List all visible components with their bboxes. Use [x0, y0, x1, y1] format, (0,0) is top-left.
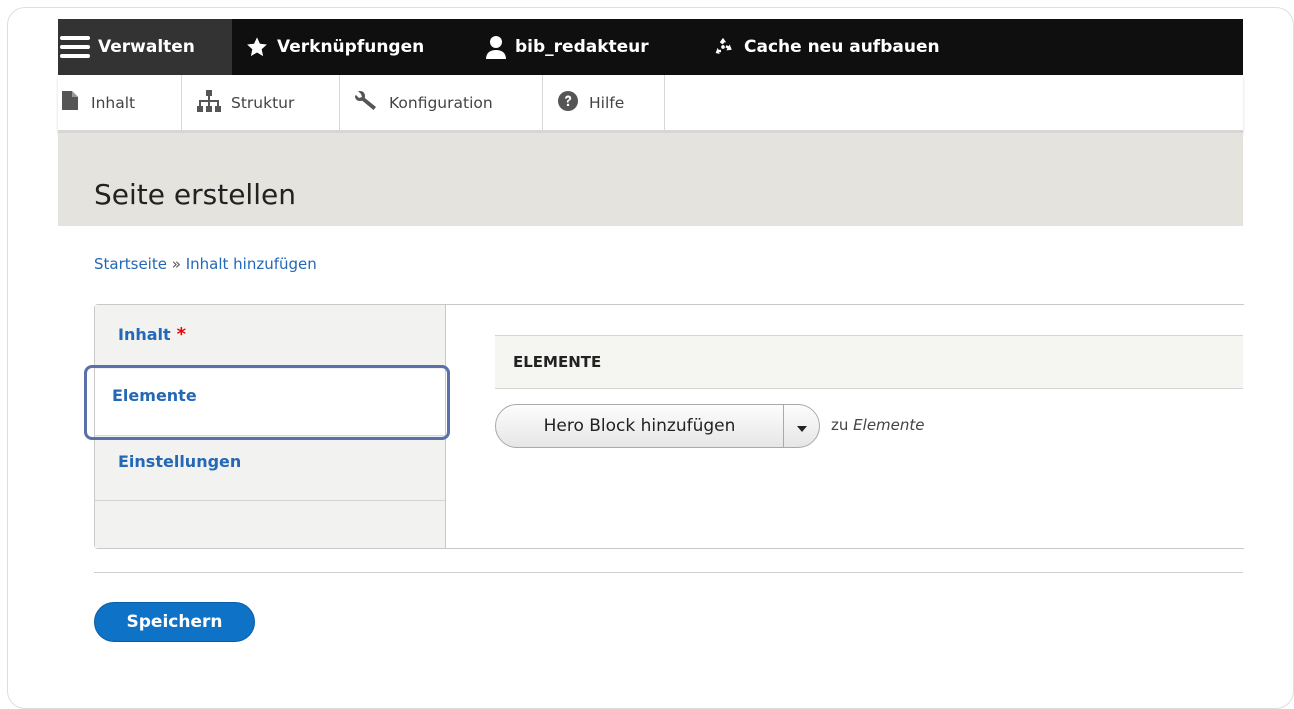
- breadcrumb: Startseite » Inhalt hinzufügen: [94, 255, 317, 273]
- add-target-text: zu Elemente: [831, 416, 925, 434]
- tray-tab-help[interactable]: Hilfe: [542, 75, 665, 130]
- hamburger-icon: [60, 32, 90, 62]
- sitemap-icon: [196, 89, 222, 116]
- elements-fieldset-heading: ELEMENTE: [495, 335, 1243, 389]
- tray-tab-content[interactable]: Inhalt: [58, 75, 182, 130]
- toolbar-user[interactable]: bib_redakteur: [486, 19, 649, 75]
- wrench-icon: [354, 90, 378, 116]
- form-divider: [94, 572, 1243, 573]
- add-target-prefix: zu: [831, 416, 849, 434]
- add-options-dropdown[interactable]: [784, 405, 819, 447]
- question-icon: [558, 90, 578, 115]
- add-hero-block-split-button: Hero Block hinzufügen: [495, 404, 820, 448]
- file-icon: [62, 91, 78, 114]
- toolbar-shortcuts[interactable]: Verknüpfungen: [246, 19, 424, 75]
- toolbar-shortcuts-label: Verknüpfungen: [277, 37, 425, 57]
- tray-tab-structure[interactable]: Struktur: [181, 75, 340, 130]
- toolbar-manage[interactable]: Verwalten: [58, 19, 232, 75]
- page-title: Seite erstellen: [94, 178, 296, 211]
- user-icon: [486, 35, 506, 59]
- caret-down-icon: [796, 417, 807, 436]
- vtab-settings-label: Einstellungen: [118, 452, 242, 471]
- tray-tab-label: Konfiguration: [389, 93, 493, 112]
- breadcrumb-separator: »: [171, 255, 181, 273]
- vtab-content-label: Inhalt: [118, 325, 171, 344]
- vtab-settings[interactable]: Einstellungen: [95, 435, 445, 501]
- toolbar-manage-label: Verwalten: [98, 37, 195, 57]
- tray-tab-configuration[interactable]: Konfiguration: [339, 75, 543, 130]
- toolbar-cache-rebuild[interactable]: Cache neu aufbauen: [712, 19, 940, 75]
- add-hero-block-button[interactable]: Hero Block hinzufügen: [496, 405, 784, 447]
- add-target-name: Elemente: [853, 416, 925, 434]
- admin-tray: Inhalt Struktur Konfiguration Hilfe: [58, 75, 1243, 133]
- star-icon: [246, 36, 268, 58]
- tray-tab-label: Struktur: [231, 93, 295, 112]
- focus-highlight: [84, 365, 450, 440]
- toolbar-user-label: bib_redakteur: [515, 37, 649, 57]
- breadcrumb-home-link[interactable]: Startseite: [94, 255, 167, 273]
- admin-toolbar: Verwalten Verknüpfungen bib_redakteur Ca…: [58, 19, 1243, 75]
- required-marker: *: [176, 324, 187, 345]
- toolbar-cache-label: Cache neu aufbauen: [744, 37, 940, 57]
- elements-heading: ELEMENTE: [513, 353, 602, 371]
- tray-tab-label: Hilfe: [589, 93, 625, 112]
- recycle-icon: [712, 36, 734, 58]
- vtab-content[interactable]: Inhalt *: [95, 305, 445, 370]
- tray-tab-label: Inhalt: [91, 93, 136, 112]
- save-button[interactable]: Speichern: [94, 602, 255, 642]
- breadcrumb-add-content-link[interactable]: Inhalt hinzufügen: [186, 255, 317, 273]
